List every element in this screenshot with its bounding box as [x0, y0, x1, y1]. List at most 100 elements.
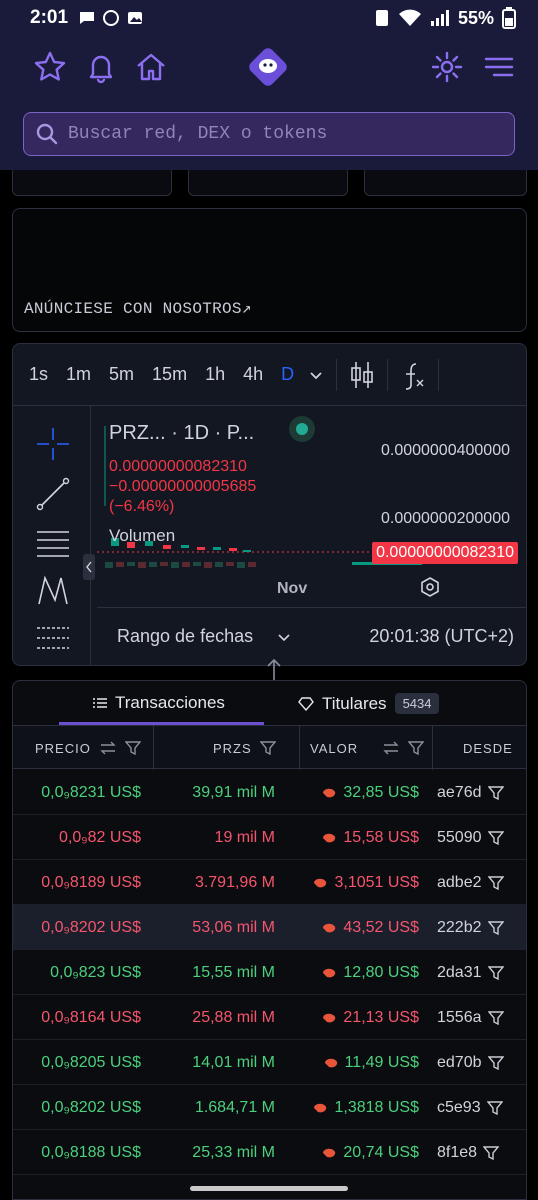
- home-indicator[interactable]: [190, 1186, 348, 1191]
- home-icon[interactable]: [134, 50, 168, 84]
- filter-icon[interactable]: [487, 965, 504, 981]
- wifi-icon: [398, 9, 421, 26]
- timeframe-1h[interactable]: 1h: [205, 364, 225, 385]
- last-price-label: 0.00000000082310: [372, 542, 518, 564]
- search-placeholder: Buscar red, DEX o tokens: [68, 124, 328, 144]
- shrimp-token-icon: [323, 1013, 336, 1022]
- bell-icon[interactable]: [84, 50, 118, 84]
- menu-icon[interactable]: [482, 50, 516, 84]
- trade-from-address[interactable]: adbe2: [437, 874, 482, 892]
- volume-bar: [149, 562, 157, 567]
- table-row[interactable]: 0,0₉8205 US$ 14,01 mil M 11,49 US$ ed70b: [13, 1040, 526, 1085]
- info-card[interactable]: [188, 170, 348, 196]
- trade-from-address[interactable]: 2da31: [437, 964, 482, 982]
- timeframe-1s[interactable]: 1s: [29, 364, 48, 385]
- gear-icon[interactable]: [430, 50, 464, 84]
- tab-holders[interactable]: Titulares 5434: [298, 693, 440, 714]
- chart-clock: 20:01:38 (UTC+2): [369, 626, 514, 646]
- trade-from-address[interactable]: ae76d: [437, 784, 482, 802]
- filter-icon[interactable]: [486, 1100, 503, 1116]
- whatsapp-icon: [103, 10, 120, 26]
- shrimp-token-icon: [323, 788, 336, 797]
- tab-transactions[interactable]: Transacciones: [93, 693, 225, 713]
- timeframe-1m[interactable]: 1m: [66, 364, 91, 385]
- trade-from: c5e93: [437, 1085, 526, 1130]
- filter-icon[interactable]: [487, 920, 504, 936]
- info-card[interactable]: [12, 170, 172, 196]
- volume-bar: [182, 562, 190, 567]
- candle: [181, 545, 189, 548]
- filter-icon[interactable]: [487, 1010, 504, 1026]
- fib-icon[interactable]: [35, 620, 71, 656]
- chevron-down-icon[interactable]: [277, 632, 291, 644]
- table-row[interactable]: 0,0₉8231 US$ 39,91 mil M 32,85 US$ ae76d: [13, 770, 526, 815]
- crosshair-icon[interactable]: [35, 426, 71, 462]
- table-row[interactable]: 0,0₉823 US$ 15,55 mil M 12,80 US$ 2da31: [13, 950, 526, 995]
- filter-icon[interactable]: [487, 1055, 504, 1071]
- timeframe-4h[interactable]: 4h: [243, 364, 263, 385]
- header-amount[interactable]: PRZS: [213, 726, 276, 770]
- table-header: PRECIO PRZS VALOR DESDE: [13, 725, 526, 770]
- trend-line-icon[interactable]: [35, 476, 71, 512]
- trade-from-address[interactable]: 55090: [437, 829, 482, 847]
- date-range-dropdown[interactable]: Rango de fechas: [117, 626, 253, 647]
- filter-icon[interactable]: [408, 740, 425, 756]
- chevron-down-icon[interactable]: [308, 367, 324, 383]
- date-range-row: Rango de fechas 20:01:38 (UTC+2): [97, 607, 526, 665]
- trade-value-amount: 20,74 US$: [343, 1143, 419, 1161]
- trade-from-address[interactable]: 1556a: [437, 1009, 482, 1027]
- filter-icon[interactable]: [487, 785, 504, 801]
- volume-bar: [237, 562, 245, 568]
- holders-count-badge: 5434: [394, 693, 440, 714]
- info-card[interactable]: [364, 170, 527, 196]
- pattern-icon[interactable]: [35, 572, 71, 608]
- filter-icon[interactable]: [487, 830, 504, 846]
- trade-from-address[interactable]: c5e93: [437, 1099, 481, 1117]
- app-logo-icon[interactable]: [245, 44, 291, 90]
- table-row[interactable]: 0,0₉8202 US$ 53,06 mil M 43,52 US$ 222b2: [13, 905, 526, 950]
- filter-icon[interactable]: [483, 1145, 500, 1161]
- candle: [229, 548, 237, 551]
- trade-from: 55090: [437, 815, 526, 860]
- header-price[interactable]: PRECIO: [35, 726, 141, 770]
- table-row[interactable]: 0,0₉82 US$ 19 mil M 15,58 US$ 55090: [13, 815, 526, 860]
- collapse-toolbar-icon[interactable]: [83, 554, 95, 580]
- advertise-link[interactable]: ANÚNCIESE CON NOSOTROS↗: [24, 298, 252, 318]
- candlestick-icon[interactable]: [349, 360, 375, 390]
- table-row[interactable]: 0,0₉8164 US$ 25,88 mil M 21,13 US$ 1556a: [13, 995, 526, 1040]
- shrimp-token-icon: [314, 1103, 327, 1112]
- search-input[interactable]: Buscar red, DEX o tokens: [23, 112, 515, 156]
- y-axis-label: 0.0000000400000: [380, 442, 510, 459]
- tab-holders-label: Titulares: [322, 693, 387, 713]
- settings-hex-icon[interactable]: [419, 576, 441, 598]
- filter-icon[interactable]: [487, 875, 504, 891]
- table-row[interactable]: 0,0₉8189 US$ 3.791,96 M 3,1051 US$ adbe2: [13, 860, 526, 905]
- trades-panel: Transacciones Titulares 5434 PRECIO PRZS…: [12, 680, 527, 1200]
- timeframe-d[interactable]: D: [281, 364, 294, 385]
- swap-icon[interactable]: [382, 741, 400, 755]
- table-row[interactable]: 0,0₉8202 US$ 1.684,71 M 1,3818 US$ c5e93: [13, 1085, 526, 1130]
- header-from-label: DESDE: [463, 740, 513, 756]
- filter-icon[interactable]: [259, 740, 276, 756]
- chart-plot-area[interactable]: PRZ... · 1D · P... 0.00000000082310 −0.0…: [97, 406, 526, 576]
- trade-from-address[interactable]: 222b2: [437, 919, 482, 937]
- trade-price: 0,0₉8231 US$: [41, 783, 141, 801]
- trade-from-address[interactable]: ed70b: [437, 1054, 482, 1072]
- indicators-icon[interactable]: [400, 360, 426, 390]
- status-bar: 2:01 55%: [0, 0, 538, 36]
- timeframe-15m[interactable]: 15m: [152, 364, 187, 385]
- header-from[interactable]: DESDE: [463, 726, 513, 770]
- list-icon: [93, 698, 107, 708]
- header-value[interactable]: VALOR: [310, 726, 425, 770]
- star-icon[interactable]: [33, 50, 67, 84]
- ad-banner[interactable]: ANÚNCIESE CON NOSOTROS↗: [12, 208, 527, 332]
- table-row[interactable]: 0,0₉8188 US$ 25,33 mil M 20,74 US$ 8f1e8: [13, 1130, 526, 1175]
- legend-percent: (−6.46%): [109, 498, 175, 515]
- trade-value-amount: 3,1051 US$: [334, 873, 419, 891]
- trade-from-address[interactable]: 8f1e8: [437, 1144, 477, 1162]
- horizontal-lines-icon[interactable]: [35, 524, 71, 560]
- filter-icon[interactable]: [124, 740, 141, 756]
- timeframe-5m[interactable]: 5m: [109, 364, 134, 385]
- trade-price: 0,0₉8189 US$: [41, 873, 141, 891]
- swap-icon[interactable]: [99, 741, 117, 755]
